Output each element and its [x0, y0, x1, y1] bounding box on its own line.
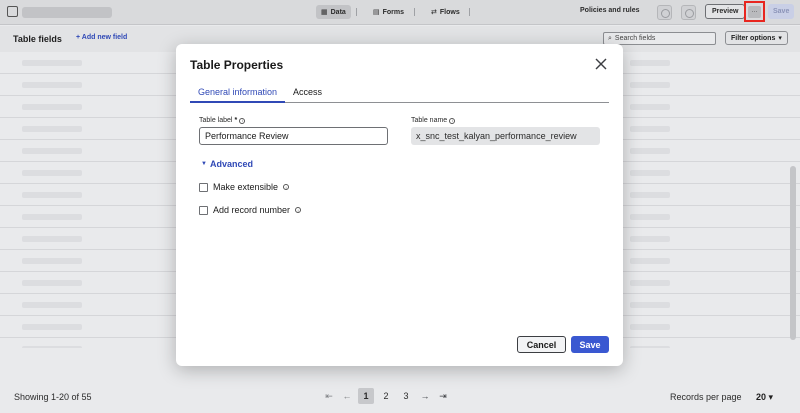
info-icon[interactable]: i: [449, 117, 456, 124]
search-icon: ⌕: [608, 34, 612, 42]
table-name-field: x_snc_test_kalyan_performance_review: [411, 127, 600, 145]
next-page-icon[interactable]: →: [418, 388, 432, 404]
more-options-button[interactable]: ...: [744, 1, 765, 22]
tab-flows[interactable]: ⇄ Flows: [426, 5, 465, 19]
history-button[interactable]: [657, 5, 672, 20]
previous-page-icon[interactable]: ←: [340, 388, 354, 404]
divider: [356, 8, 357, 16]
chevron-down-icon: ▾: [768, 392, 774, 402]
add-record-number-row: Add record number i: [199, 205, 302, 215]
tab-general-information[interactable]: General information: [190, 86, 286, 103]
pagination-footer: Showing 1-20 of 55 ⇤ ← 1 2 3 → ⇥ Records…: [0, 380, 800, 413]
refresh-button[interactable]: [681, 5, 696, 20]
tab-access[interactable]: Access: [285, 86, 330, 103]
make-extensible-row: Make extensible i: [199, 182, 290, 192]
top-bar: ▦ Data ▤ Forms ⇄ Flows Policies and rule…: [0, 0, 800, 25]
table-name-label: Table name i: [411, 117, 456, 124]
flow-icon: ⇄: [431, 9, 437, 16]
modal-title: Table Properties: [190, 58, 284, 72]
form-icon: ▤: [373, 9, 380, 16]
records-per-page-select[interactable]: 20 ▾: [756, 392, 773, 403]
last-page-icon[interactable]: ⇥: [436, 388, 450, 404]
info-icon[interactable]: i: [283, 184, 290, 190]
add-record-number-checkbox[interactable]: [199, 205, 208, 215]
app-name-placeholder: [22, 7, 112, 18]
tab-forms[interactable]: ▤ Forms: [368, 5, 409, 19]
search-fields-input[interactable]: ⌕ Search fields: [603, 32, 716, 45]
more-icon: ...: [748, 5, 761, 18]
filter-options-button[interactable]: Filter options ▾: [725, 31, 788, 45]
required-mark: *: [234, 117, 238, 124]
app-menu-icon[interactable]: [7, 6, 18, 17]
first-page-icon[interactable]: ⇤: [322, 388, 336, 404]
divider: [469, 8, 470, 16]
close-icon[interactable]: [594, 57, 608, 71]
page-2-button[interactable]: 2: [378, 388, 394, 404]
table-label-input[interactable]: Performance Review: [199, 127, 388, 145]
preview-button[interactable]: Preview: [705, 4, 746, 19]
showing-count: Showing 1-20 of 55: [14, 392, 92, 402]
records-per-page-label: Records per page: [670, 392, 742, 402]
caret-down-icon: ▼: [201, 161, 207, 167]
modal-tabs: General information Access: [190, 86, 609, 103]
page-1-button[interactable]: 1: [358, 388, 374, 404]
advanced-toggle[interactable]: ▼ Advanced: [201, 159, 253, 169]
cancel-button[interactable]: Cancel: [517, 336, 566, 353]
add-new-field-button[interactable]: + Add new field: [76, 34, 127, 41]
scrollbar[interactable]: [790, 166, 796, 340]
table-properties-modal: Table Properties General information Acc…: [176, 44, 623, 366]
pager: ⇤ ← 1 2 3 → ⇥: [322, 388, 450, 404]
save-button-disabled: Save: [768, 4, 795, 19]
page-3-button[interactable]: 3: [398, 388, 414, 404]
make-extensible-checkbox[interactable]: [199, 182, 208, 192]
divider: [414, 8, 415, 16]
chevron-down-icon: ▾: [778, 35, 782, 42]
policies-and-rules-link[interactable]: Policies and rules: [580, 7, 640, 14]
page-title: Table fields: [13, 34, 62, 44]
tab-data[interactable]: ▦ Data: [316, 5, 351, 19]
save-button[interactable]: Save: [571, 336, 609, 353]
info-icon[interactable]: i: [239, 117, 246, 124]
table-icon: ▦: [321, 9, 328, 16]
table-label-label: Table label * i: [199, 117, 246, 124]
info-icon[interactable]: i: [295, 207, 302, 213]
